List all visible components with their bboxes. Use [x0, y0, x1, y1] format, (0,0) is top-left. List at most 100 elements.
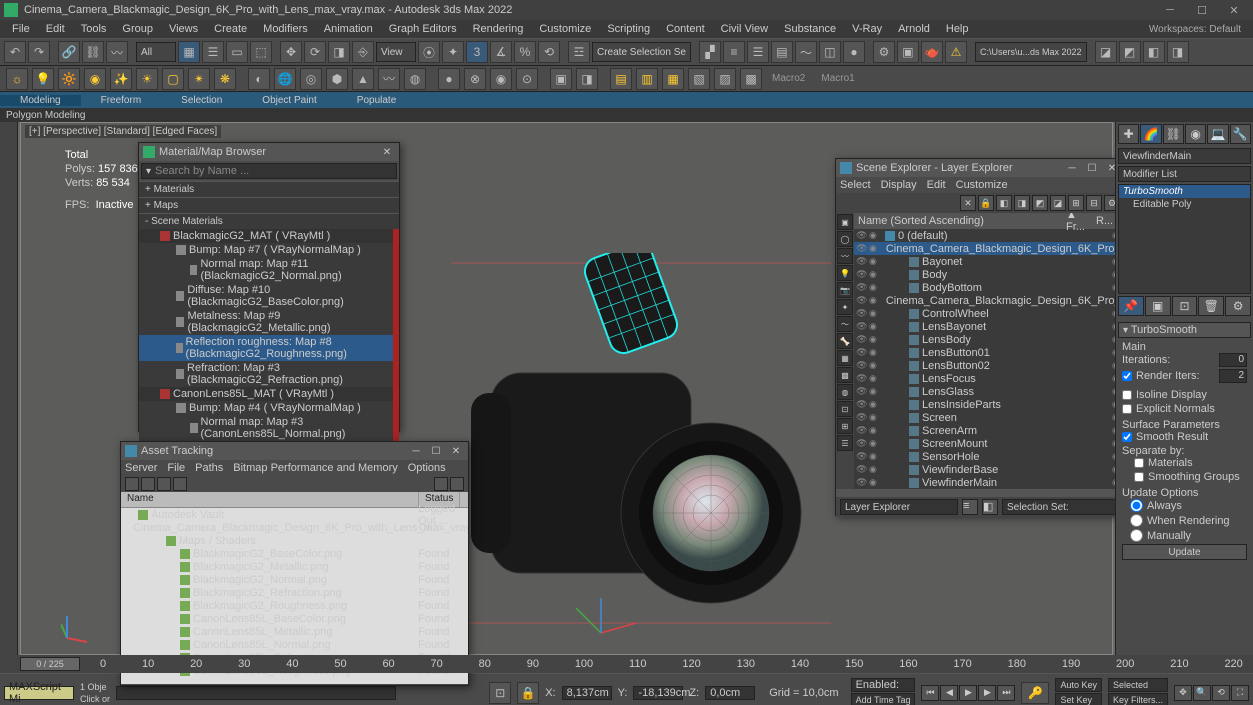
explicit-checkbox[interactable]	[1122, 404, 1132, 414]
menu-arnold[interactable]: Arnold	[890, 23, 938, 35]
helper-b-button[interactable]: ⊗	[464, 68, 486, 90]
light-sky-button[interactable]: ✨	[110, 68, 132, 90]
render-button[interactable]: 🫖	[921, 41, 943, 63]
modify-tab[interactable]: 🌈	[1140, 124, 1161, 144]
se-foot-btn1[interactable]: ≡	[962, 499, 978, 515]
menu-file[interactable]: File	[4, 23, 38, 35]
modifier-editablepoly[interactable]: Editable Poly	[1119, 198, 1250, 211]
lock-selection-button[interactable]: 🔒	[517, 682, 539, 704]
scene-tree-row[interactable]: 👁◉LensFocus◉	[854, 372, 1124, 385]
viewport[interactable]: [+] [Perspective] [Standard] [Edged Face…	[20, 122, 1113, 655]
modifier-list-dropdown[interactable]: Modifier List	[1118, 166, 1251, 182]
modifier-turbosmooth[interactable]: TurboSmooth	[1119, 185, 1250, 198]
light-extra2-button[interactable]: ❋	[214, 68, 236, 90]
create-tab[interactable]: ✚	[1118, 124, 1139, 144]
maximize-button[interactable]: ☐	[1187, 1, 1217, 19]
se-tool-b[interactable]: ◨	[1014, 195, 1030, 211]
geom-g-button[interactable]: ◍	[404, 68, 426, 90]
se-filter-light[interactable]: 💡	[837, 265, 853, 281]
selection-set-dropdown[interactable]: Selection Set:	[1002, 499, 1120, 515]
at-menu-bitmap[interactable]: Bitmap Performance and Memory	[233, 462, 397, 474]
se-tool-a[interactable]: ◧	[996, 195, 1012, 211]
pivot-button[interactable]: ⦿	[418, 41, 440, 63]
panel-close-button[interactable]: ✕	[448, 444, 464, 458]
panel-max-button[interactable]: ☐	[428, 444, 444, 458]
select-object-button[interactable]: ▦	[178, 41, 200, 63]
scene-tree-row[interactable]: 👁◉Body◉	[854, 268, 1124, 281]
panel-min-button[interactable]: ─	[1064, 161, 1080, 175]
curve-editor-button[interactable]: 〜	[795, 41, 817, 63]
orbit-button[interactable]: ⟲	[1212, 685, 1230, 701]
tb-b-button[interactable]: ◩	[1119, 41, 1141, 63]
ribbon-panel-label[interactable]: Polygon Modeling	[0, 108, 1253, 122]
hierarchy-tab[interactable]: ⛓	[1163, 124, 1184, 144]
smooth-result-checkbox[interactable]	[1122, 432, 1132, 442]
scene-tree-row[interactable]: 👁◉Cinema_Camera_Blackmagic_Design_6K_Pro…	[854, 242, 1124, 255]
ref-coord-dropdown[interactable]: View	[376, 42, 416, 62]
menu-vray[interactable]: V-Ray	[844, 23, 890, 35]
autokey-button[interactable]: Auto Key	[1055, 678, 1102, 692]
scene-tree-row[interactable]: 👁◉LensButton01◉	[854, 346, 1124, 359]
left-dock[interactable]	[0, 122, 18, 655]
col-name[interactable]: Name	[121, 492, 419, 507]
modifier-stack[interactable]: TurboSmooth Editable Poly	[1118, 184, 1251, 294]
scene-tree-row[interactable]: 👁◉LensBayonet◉	[854, 320, 1124, 333]
display-tab[interactable]: 💻	[1207, 124, 1228, 144]
light-spot-button[interactable]: 💡	[32, 68, 54, 90]
se-filter-d[interactable]: ⊡	[837, 401, 853, 417]
selection-filter-dropdown[interactable]: All	[136, 42, 176, 62]
next-frame-button[interactable]: ▶	[978, 685, 996, 701]
move-button[interactable]: ✥	[280, 41, 302, 63]
helper-c-button[interactable]: ◉	[490, 68, 512, 90]
unlink-button[interactable]: ⛓	[82, 41, 104, 63]
scale-button[interactable]: ◨	[328, 41, 350, 63]
macro1-label[interactable]: Macro2	[766, 73, 811, 84]
vray-f-button[interactable]: ▩	[740, 68, 762, 90]
goto-start-button[interactable]: ⏮	[921, 685, 939, 701]
se-menu-customize[interactable]: Customize	[956, 179, 1008, 191]
scene-tree-row[interactable]: 👁◉BodyBottom◉	[854, 281, 1124, 294]
se-menu-display[interactable]: Display	[881, 179, 917, 191]
scene-tree-row[interactable]: 👁◉ControlWheel◉	[854, 307, 1124, 320]
helper-a-button[interactable]: ●	[438, 68, 460, 90]
col-name[interactable]: Name (Sorted Ascending)	[858, 215, 1066, 227]
render-setup-button[interactable]: ⚙	[873, 41, 895, 63]
viewport-label[interactable]: [+] [Perspective] [Standard] [Edged Face…	[25, 125, 221, 138]
select-window-button[interactable]: ⬚	[250, 41, 272, 63]
layers-button[interactable]: ☰	[747, 41, 769, 63]
asset-row[interactable]: CanonLens85L_BaseColor.pngFound	[121, 612, 468, 625]
manipulate-button[interactable]: ✦	[442, 41, 464, 63]
motion-tab[interactable]: ◉	[1185, 124, 1206, 144]
vray-c-button[interactable]: ▦	[662, 68, 684, 90]
at-menu-options[interactable]: Options	[408, 462, 446, 474]
warning-icon[interactable]: ⚠	[945, 41, 967, 63]
x-field[interactable]: 8,137cm	[562, 686, 612, 700]
vray-a-button[interactable]: ▤	[610, 68, 632, 90]
se-filter-cam[interactable]: 📷	[837, 282, 853, 298]
place-button[interactable]: ⎆	[352, 41, 374, 63]
scene-tree-row[interactable]: 👁◉LensButton02◉	[854, 359, 1124, 372]
vray-e-button[interactable]: ▨	[714, 68, 736, 90]
addtag-button[interactable]: Add Time Tag	[851, 693, 916, 705]
update-manually-radio[interactable]	[1130, 529, 1143, 542]
axis-gizmo[interactable]	[61, 614, 91, 644]
camera-mesh[interactable]	[451, 253, 831, 643]
menu-scripting[interactable]: Scripting	[599, 23, 658, 35]
time-slider[interactable]: 0 / 225 01020304050607080901001101201301…	[0, 655, 1253, 673]
light-area-button[interactable]: ▢	[162, 68, 184, 90]
object-name-field[interactable]: ViewfinderMain	[1118, 148, 1251, 164]
menu-content[interactable]: Content	[658, 23, 713, 35]
panel-close-button[interactable]: ✕	[379, 145, 395, 159]
setkey-button[interactable]: Set Key	[1055, 693, 1102, 705]
render-iters-spinner[interactable]: 2	[1219, 369, 1247, 383]
asset-row[interactable]: Maps / Shaders	[121, 534, 468, 547]
light-extra1-button[interactable]: ✴	[188, 68, 210, 90]
key-filters-dropdown[interactable]: Selected	[1108, 678, 1168, 692]
vray-b-button[interactable]: ▥	[636, 68, 658, 90]
material-tree-item[interactable]: BlackmagicG2_MAT ( VRayMtl )	[139, 229, 399, 243]
menu-edit[interactable]: Edit	[38, 23, 73, 35]
mat-editor-button[interactable]: ●	[843, 41, 865, 63]
at-tool-refresh[interactable]	[434, 477, 448, 491]
asset-tracking-panel[interactable]: Asset Tracking ─ ☐ ✕ Server File Paths B…	[120, 441, 469, 686]
close-button[interactable]: ✕	[1219, 1, 1249, 19]
